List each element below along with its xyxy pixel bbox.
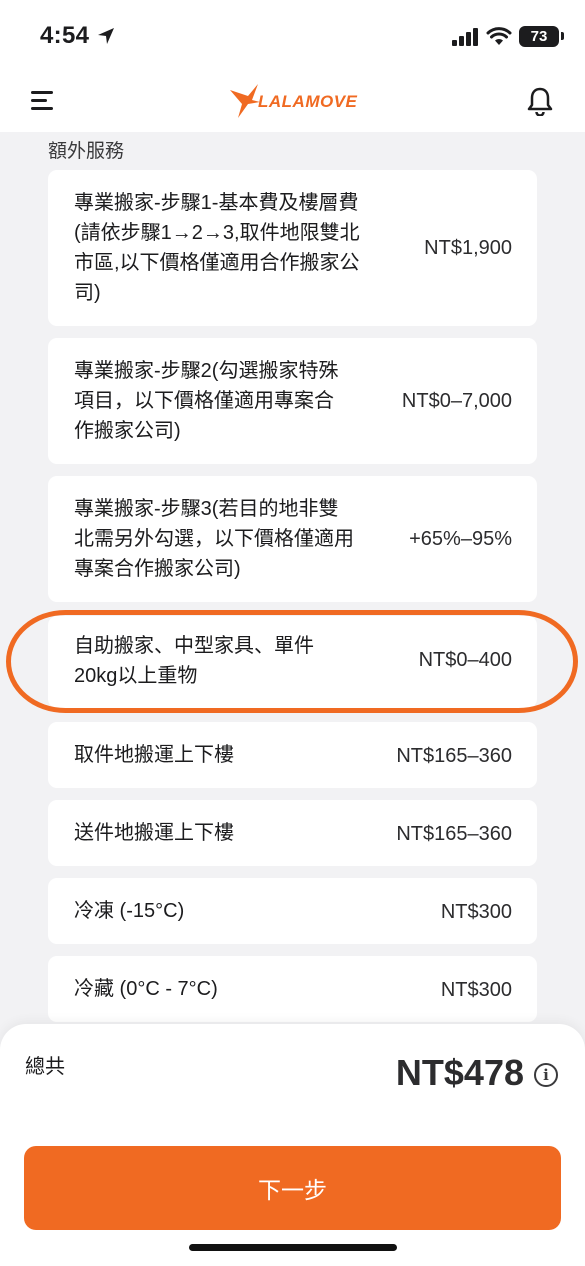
service-card[interactable]: 專業搬家-步驟3(若目的地非雙 北需另外勾選，以下價格僅適用 專案合作搬家公司)… bbox=[48, 476, 537, 602]
info-icon[interactable]: i bbox=[534, 1063, 558, 1087]
brand-name: LALAMOVE bbox=[258, 92, 358, 111]
notification-bell-icon[interactable] bbox=[527, 86, 553, 116]
section-title: 額外服務 bbox=[48, 141, 125, 162]
service-card[interactable]: 自助搬家、中型家具、單件 20kg以上重物 NT$0–400 bbox=[48, 616, 537, 708]
service-price: NT$165–360 bbox=[396, 745, 512, 767]
service-label: 冷藏 (0°C - 7°C) bbox=[74, 978, 218, 1000]
lalamove-logo: LALAMOVE bbox=[228, 82, 363, 122]
cellular-signal-icon bbox=[452, 28, 478, 46]
service-price: NT$300 bbox=[440, 979, 512, 1001]
battery-nub bbox=[561, 32, 564, 40]
lalamove-bird-icon bbox=[230, 84, 260, 118]
battery-icon: 73 bbox=[519, 26, 559, 47]
service-card[interactable]: 冷凍 (-15°C) NT$300 bbox=[48, 878, 537, 944]
extra-services-list[interactable]: 額外服務 專業搬家-步驟1-基本費及樓層費 (請依步驟1→2→3,取件地限雙北 … bbox=[0, 132, 585, 1032]
service-label: 專業搬家-步驟1-基本費及樓層費 (請依步驟1→2→3,取件地限雙北 市區,以下… bbox=[74, 192, 360, 304]
service-price: +65%–95% bbox=[409, 528, 512, 550]
service-price: NT$0–400 bbox=[418, 649, 512, 671]
service-price: NT$0–7,000 bbox=[401, 390, 512, 412]
service-label: 取件地搬運上下樓 bbox=[74, 744, 234, 766]
service-card[interactable]: 專業搬家-步驟2(勾選搬家特殊 項目，以下價格僅適用專案合 作搬家公司) NT$… bbox=[48, 338, 537, 464]
status-bar: 4:54 73 bbox=[0, 0, 585, 72]
order-summary-footer: 總共 NT$478 i 下一步 bbox=[0, 1024, 585, 1266]
service-card[interactable]: 取件地搬運上下樓 NT$165–360 bbox=[48, 722, 537, 788]
nav-bar: LALAMOVE bbox=[0, 72, 585, 132]
next-step-button[interactable]: 下一步 bbox=[24, 1146, 561, 1230]
service-label: 自助搬家、中型家具、單件 20kg以上重物 bbox=[74, 635, 314, 687]
wifi-icon bbox=[486, 27, 512, 45]
status-time: 4:54 bbox=[40, 22, 90, 49]
location-arrow-icon bbox=[98, 28, 114, 44]
total-amount: NT$478 bbox=[395, 1052, 524, 1093]
service-card[interactable]: 冷藏 (0°C - 7°C) NT$300 bbox=[48, 956, 537, 1022]
total-label: 總共 bbox=[25, 1056, 65, 1078]
service-label: 專業搬家-步驟2(勾選搬家特殊 項目，以下價格僅適用專案合 作搬家公司) bbox=[74, 360, 339, 442]
hamburger-menu-icon[interactable] bbox=[31, 90, 53, 112]
service-price: NT$300 bbox=[440, 901, 512, 923]
service-label: 冷凍 (-15°C) bbox=[74, 900, 185, 922]
service-card[interactable]: 送件地搬運上下樓 NT$165–360 bbox=[48, 800, 537, 866]
service-price: NT$1,900 bbox=[424, 237, 512, 259]
service-label: 送件地搬運上下樓 bbox=[74, 822, 234, 844]
home-indicator bbox=[189, 1244, 397, 1251]
service-price: NT$165–360 bbox=[396, 823, 512, 845]
battery-level: 73 bbox=[530, 28, 548, 45]
info-glyph: i bbox=[543, 1066, 549, 1084]
service-card[interactable]: 專業搬家-步驟1-基本費及樓層費 (請依步驟1→2→3,取件地限雙北 市區,以下… bbox=[48, 170, 537, 326]
service-label: 專業搬家-步驟3(若目的地非雙 北需另外勾選，以下價格僅適用 專案合作搬家公司) bbox=[74, 498, 354, 580]
